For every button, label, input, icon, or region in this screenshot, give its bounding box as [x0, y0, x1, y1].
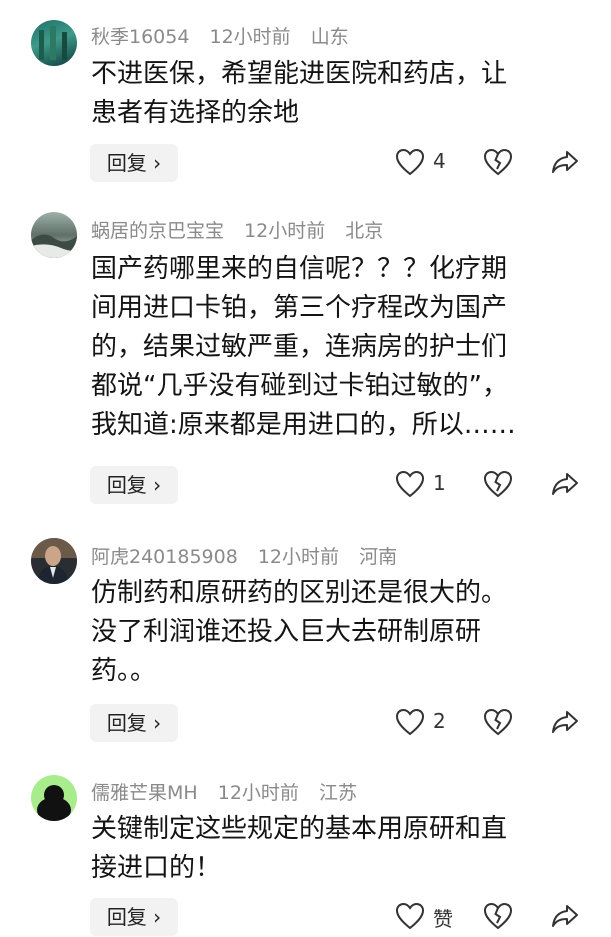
share-arrow-icon[interactable] [550, 470, 580, 498]
username[interactable]: 阿虎240185908 [91, 546, 238, 568]
avatar[interactable] [31, 775, 77, 821]
like-count: 赞 [433, 907, 453, 931]
like-count: 4 [433, 149, 446, 173]
comment-text: 国产药哪里来的自信呢？？？化疗期 间用进口卡铂，第三个疗程改为国产 的，结果过敏… [91, 250, 591, 445]
heart-icon[interactable] [395, 708, 425, 736]
like-count: 2 [433, 709, 446, 733]
comment-line: 接进口的！ [91, 853, 222, 883]
heart-icon[interactable] [395, 148, 425, 176]
broken-heart-icon[interactable] [483, 470, 513, 498]
reply-button[interactable]: 回复 › [90, 704, 178, 742]
comment-text: 关键制定这些规定的基本用原研和直 接进口的！ [91, 810, 591, 888]
location: 河南 [359, 546, 398, 568]
comment-meta: 秋季16054 12小时前 山东 [91, 22, 363, 49]
share-arrow-icon[interactable] [550, 708, 580, 736]
avatar[interactable] [31, 20, 77, 66]
broken-heart-icon[interactable] [483, 708, 513, 736]
comment-line: 我知道:原来都是用进口的，所以…… [91, 410, 516, 440]
avatar-image [31, 538, 77, 584]
location: 山东 [310, 26, 349, 48]
avatar-image [31, 234, 77, 258]
username[interactable]: 秋季16054 [91, 26, 189, 48]
reply-button[interactable]: 回复 › [90, 898, 178, 936]
username[interactable]: 儒雅芒果MH [91, 782, 198, 804]
comment-line: 患者有选择的余地 [91, 98, 300, 128]
avatar[interactable] [31, 212, 77, 258]
comment-meta: 阿虎240185908 12小时前 河南 [91, 542, 411, 569]
comment-line: 国产药哪里来的自信呢？？？化疗期 [91, 254, 508, 284]
timestamp: 12小时前 [209, 26, 291, 48]
avatar-image [37, 785, 71, 821]
comment-line: 间用进口卡铂，第三个疗程改为国产 [91, 293, 508, 323]
comment-line: 不进医保，希望能进医院和药店，让 [91, 59, 508, 89]
comment-meta: 儒雅芒果MH 12小时前 江苏 [91, 778, 371, 805]
comment-line: 的，结果过敏严重，连病房的护士们 [91, 332, 508, 362]
share-arrow-icon[interactable] [550, 148, 580, 176]
comment-text: 不进医保，希望能进医院和药店，让 患者有选择的余地 [91, 55, 591, 133]
timestamp: 12小时前 [257, 546, 340, 568]
heart-icon[interactable] [395, 902, 425, 930]
comment-line: 药。。 [91, 656, 157, 686]
comment-line: 仿制药和原研药的区别还是很大的。 [91, 578, 508, 608]
timestamp: 12小时前 [217, 782, 299, 804]
location: 江苏 [318, 782, 357, 804]
broken-heart-icon[interactable] [483, 902, 513, 930]
comment-actions: 赞 [395, 898, 595, 936]
broken-heart-icon[interactable] [483, 148, 513, 176]
heart-icon[interactable] [395, 470, 425, 498]
comment-actions: 2 [395, 704, 595, 742]
comment-actions: 4 [395, 144, 595, 182]
username[interactable]: 蜗居的京巴宝宝 [91, 220, 224, 242]
location: 北京 [345, 220, 384, 242]
comment-line: 没了利润谁还投入巨大去研制原研 [91, 617, 482, 647]
comment-text: 仿制药和原研药的区别还是很大的。 没了利润谁还投入巨大去研制原研 药。。 [91, 574, 591, 691]
comment-line: 关键制定这些规定的基本用原研和直 [91, 814, 508, 844]
avatar-image [39, 26, 67, 60]
timestamp: 12小时前 [244, 220, 326, 242]
avatar[interactable] [31, 538, 77, 584]
like-count: 1 [433, 471, 446, 495]
comment-actions: 1 [395, 466, 595, 504]
reply-button[interactable]: 回复 › [90, 144, 178, 182]
comment-line: 都说“几乎没有碰到过卡铂过敏的”， [91, 371, 508, 401]
share-arrow-icon[interactable] [550, 902, 580, 930]
reply-button[interactable]: 回复 › [90, 466, 178, 504]
comment-meta: 蜗居的京巴宝宝 12小时前 北京 [91, 216, 397, 243]
